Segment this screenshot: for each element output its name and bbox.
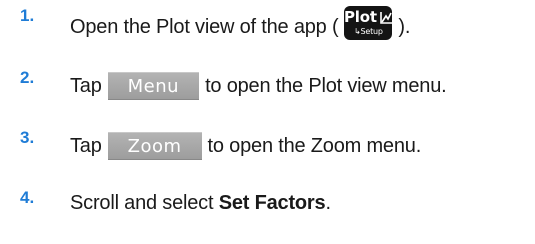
step-2: 2. Tap Menu to open the Plot view menu. [0,68,535,124]
zoom-button: Zoom [107,132,202,160]
step-text: Open the Plot view of the app ( Plot ↳Se… [70,6,411,44]
setup-key-sublabel: ↳Setup [354,27,383,36]
step-text-after: to open the Plot view menu. [205,74,447,97]
plot-key-button: Plot ↳Setup [344,6,393,40]
step-3: 3. Tap Zoom to open the Zoom menu. [0,128,535,184]
step-number: 1. [20,6,35,25]
step-1: 1. Open the Plot view of the app ( Plot … [0,6,535,62]
step-number: 2. [20,68,35,87]
menu-button: Menu [107,72,200,100]
step-text-before: Tap [70,74,102,97]
step-text-after: to open the Zoom menu. [207,134,422,157]
step-text-before: Tap [70,134,102,157]
step-text-before: Scroll and select [70,192,219,214]
step-text-before: Open the Plot view of the app ( [70,15,339,38]
step-text: Tap Menu to open the Plot view menu. [70,72,447,100]
plot-key-label: Plot [344,8,377,26]
step-number: 4. [20,188,35,207]
step-text: Scroll and select Set Factors . [70,192,331,215]
step-text-after: . [325,192,331,214]
plot-graph-icon [380,11,392,24]
step-number: 3. [20,128,35,147]
step-text: Tap Zoom to open the Zoom menu. [70,132,421,160]
step-text-after: ). [398,15,411,38]
set-factors-term: Set Factors [218,192,326,214]
step-4: 4. Scroll and select Set Factors . [0,188,535,244]
